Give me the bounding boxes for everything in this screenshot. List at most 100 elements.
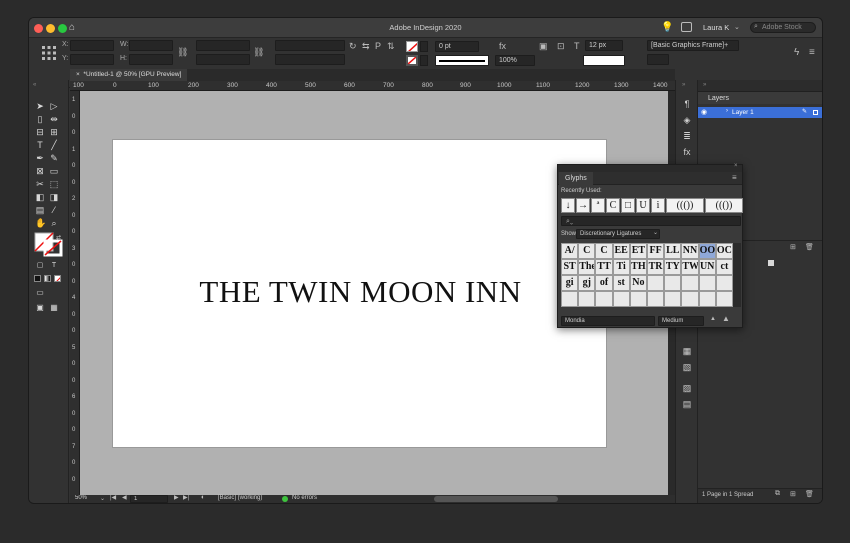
headline-text-frame[interactable]: THE TWIN MOON INN xyxy=(113,274,608,310)
stroke-type-select[interactable] xyxy=(435,55,489,66)
layers-panel-icon[interactable]: ◈ xyxy=(681,114,693,126)
glyph-cell[interactable] xyxy=(681,291,699,307)
pages-panel-icon[interactable]: ¶ xyxy=(681,98,693,110)
glyphs-panel-title[interactable]: Glyphs xyxy=(559,172,593,185)
content-collector-icon[interactable]: ⊟ xyxy=(35,127,45,137)
rectangle-frame-tool-icon[interactable]: ⊠ xyxy=(35,166,45,176)
last-page-icon[interactable]: ▶| xyxy=(183,494,189,501)
new-page-icon[interactable]: ⊞ xyxy=(790,490,796,498)
link-icon[interactable]: ⛓ xyxy=(253,47,264,58)
chevron-down-icon[interactable]: ⌄ xyxy=(653,229,658,236)
hand-tool-icon[interactable]: ✋ xyxy=(35,218,46,228)
height-field[interactable] xyxy=(129,54,173,65)
scale-x-field[interactable] xyxy=(196,40,250,51)
glyph-cell[interactable]: No xyxy=(629,275,647,291)
stroke-dropdown[interactable] xyxy=(420,55,428,66)
x-field[interactable] xyxy=(70,40,114,51)
text-p-icon[interactable]: P xyxy=(375,41,381,51)
zoom-tool-icon[interactable]: ⌕ xyxy=(49,218,59,228)
distribute-icon[interactable]: ⇅ xyxy=(387,41,395,52)
glyph-cell[interactable] xyxy=(647,291,665,307)
effects-panel-icon[interactable]: fx xyxy=(681,146,693,158)
pencil-tool-icon[interactable]: ✎ xyxy=(49,153,59,163)
apply-gradient-icon[interactable] xyxy=(44,275,51,282)
recent-glyph[interactable]: □ xyxy=(621,198,635,213)
chevron-right-icon[interactable]: › xyxy=(726,108,728,114)
recent-glyph[interactable]: U xyxy=(636,198,650,213)
glyph-cell[interactable]: Ti xyxy=(612,259,630,275)
frame-fitting-icon[interactable]: ▣ xyxy=(539,41,548,52)
glyph-cell[interactable]: OC xyxy=(715,243,733,259)
stroke-style-field[interactable] xyxy=(647,54,669,65)
glyph-cell[interactable]: UN xyxy=(698,259,716,275)
fill-none-swatch[interactable] xyxy=(406,41,418,52)
horizontal-scrollbar-thumb[interactable] xyxy=(434,496,558,502)
stock-search-input[interactable]: Adobe Stock xyxy=(750,22,816,33)
glyph-cell[interactable]: st xyxy=(612,275,630,291)
menu-icon[interactable]: ≡ xyxy=(809,47,815,58)
recent-glyph[interactable]: ª xyxy=(591,198,605,213)
delete-layer-icon[interactable]: 🗑 xyxy=(805,243,814,251)
glyph-cell[interactable] xyxy=(647,275,665,291)
glyph-cell[interactable]: ET xyxy=(629,243,647,259)
glyph-cell[interactable] xyxy=(715,291,733,307)
preflight-icon[interactable]: ◐ xyxy=(201,494,205,501)
delete-page-icon[interactable]: 🗑 xyxy=(805,490,814,498)
formatting-container-icon[interactable]: ▢ xyxy=(35,261,45,271)
free-transform-tool-icon[interactable]: ⬚ xyxy=(49,179,59,189)
gradient-swatch-tool-icon[interactable]: ◧ xyxy=(35,192,45,202)
frame-fit-content-icon[interactable]: ⊡ xyxy=(557,41,565,52)
shear-field[interactable] xyxy=(275,54,345,65)
direct-selection-tool-icon[interactable]: ▷ xyxy=(49,101,59,111)
color-panel-icon[interactable]: ▨ xyxy=(681,382,693,394)
glyph-cell[interactable] xyxy=(698,275,716,291)
glyph-cell[interactable] xyxy=(612,291,630,307)
gradient-feather-tool-icon[interactable]: ◨ xyxy=(49,192,59,202)
fx-icon[interactable]: fx xyxy=(499,41,506,51)
eye-icon[interactable]: ◉ xyxy=(701,108,707,116)
apply-color-icon[interactable] xyxy=(34,275,41,282)
width-field[interactable] xyxy=(129,40,173,51)
text-frame-preview[interactable] xyxy=(583,55,625,66)
constrain-proportions-icon[interactable]: ⛓ xyxy=(177,47,188,58)
recent-glyph[interactable]: ((()) xyxy=(705,198,743,213)
glyph-cell[interactable]: LL xyxy=(664,243,682,259)
glyph-cell[interactable]: TT xyxy=(595,259,613,275)
flip-horizontal-icon[interactable]: ⇆ xyxy=(362,41,370,52)
chevron-down-icon[interactable]: ⌄ xyxy=(734,23,740,31)
glyph-cell[interactable] xyxy=(578,291,596,307)
layer-target-icon[interactable] xyxy=(813,110,818,115)
eyedropper-tool-icon[interactable]: ⁄ xyxy=(49,205,59,215)
first-page-icon[interactable]: |◀ xyxy=(110,494,116,501)
apply-none-icon[interactable] xyxy=(54,275,61,282)
layers-panel-title[interactable]: Layers xyxy=(708,95,729,102)
glyph-cell[interactable]: gi xyxy=(561,275,579,291)
glyph-cell[interactable]: TY xyxy=(664,259,682,275)
panel-menu-icon[interactable]: ≡ xyxy=(732,173,737,182)
next-page-icon[interactable]: ▶ xyxy=(174,494,179,501)
link-layers-icon[interactable]: ⧉ xyxy=(775,490,780,498)
glyph-cell[interactable] xyxy=(561,291,579,307)
fill-dropdown[interactable] xyxy=(420,41,428,52)
glyph-cell[interactable] xyxy=(664,291,682,307)
y-field[interactable] xyxy=(70,54,114,65)
chevron-down-icon[interactable]: ⌄ xyxy=(100,495,105,502)
new-layer-icon[interactable]: ⊞ xyxy=(790,243,796,251)
object-style-select[interactable]: [Basic Graphics Frame]+ xyxy=(647,40,739,51)
zoom-in-glyphs-icon[interactable]: ▲ xyxy=(722,314,730,323)
note-tool-icon[interactable]: ▤ xyxy=(35,205,45,215)
swatches-panel-icon[interactable]: ▦ xyxy=(681,345,693,357)
recent-glyph[interactable]: C xyxy=(606,198,620,213)
glyph-cell[interactable]: ct xyxy=(715,259,733,275)
glyph-cell[interactable]: TW xyxy=(681,259,699,275)
fill-stroke-swatches[interactable]: ⇄ xyxy=(34,231,64,257)
lightning-icon[interactable]: ϟ xyxy=(794,47,799,58)
glyphs-panel-grip[interactable]: × xyxy=(558,163,742,172)
normal-view-icon[interactable]: ▣ xyxy=(35,303,45,313)
links-panel-icon[interactable]: ≣ xyxy=(681,130,693,142)
preflight-errors[interactable]: No errors xyxy=(292,495,317,501)
glyph-cell[interactable] xyxy=(629,291,647,307)
glyph-cell[interactable]: TR xyxy=(647,259,665,275)
glyph-search-input[interactable]: ⌕⌄ xyxy=(561,216,741,226)
rectangle-tool-icon[interactable]: ▭ xyxy=(49,166,59,176)
